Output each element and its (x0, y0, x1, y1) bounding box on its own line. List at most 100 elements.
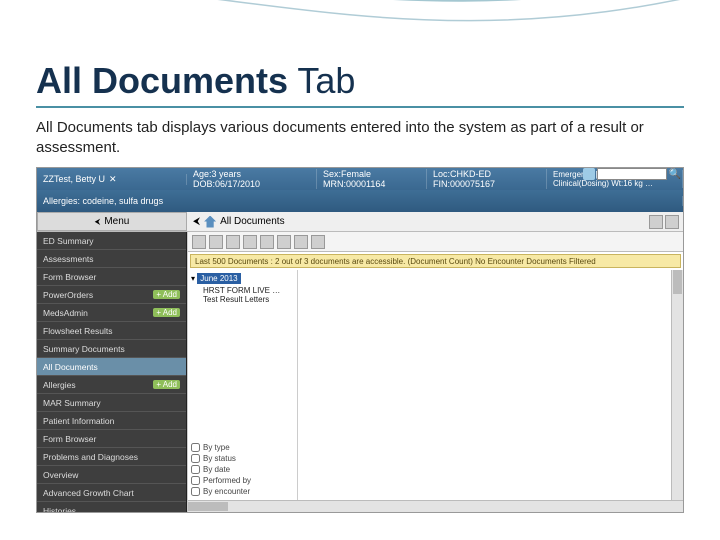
sidebar-item-label: Patient Information (43, 416, 114, 426)
sidebar-item[interactable]: Form Browser (37, 268, 186, 286)
app-window: ZZTest, Betty U ✕ Age:3 years DOB:06/17/… (36, 167, 684, 513)
documents-status-bar: Last 500 Documents : 2 out of 3 document… (190, 254, 681, 268)
patient-header-row2: Allergies: codeine, sulfa drugs (37, 190, 683, 212)
filter-checkbox[interactable] (191, 465, 200, 474)
fin-label: FIN:000075167 (433, 179, 540, 189)
preview-vertical-scrollbar[interactable] (671, 270, 683, 500)
toolbar-icon-4[interactable] (243, 235, 257, 249)
filter-option[interactable]: By encounter (191, 486, 294, 497)
scrollbar-thumb[interactable] (673, 270, 682, 294)
filter-option[interactable]: By date (191, 464, 294, 475)
scrollbar-thumb[interactable] (188, 502, 228, 511)
patient-name: ZZTest, Betty U (43, 174, 105, 184)
filter-label: By encounter (203, 487, 250, 496)
sidebar-item[interactable]: All Documents (37, 358, 186, 376)
sidebar-item-label: MedsAdmin (43, 308, 88, 318)
filter-option[interactable]: By type (191, 442, 294, 453)
filter-option[interactable]: By status (191, 453, 294, 464)
sex-label: Sex:Female (323, 169, 420, 179)
sidebar-item-label: PowerOrders (43, 290, 93, 300)
body-split: ED Summary Assessments Form Browser PowerOr… (37, 232, 683, 512)
home-icon[interactable] (204, 216, 216, 228)
sidebar-item[interactable]: Summary Documents (37, 340, 186, 358)
tree-node[interactable]: Test Result Letters (191, 295, 294, 304)
sidebar-item[interactable]: ED Summary (37, 232, 186, 250)
menu-row: ⮜ Menu ⮜ All Documents (37, 212, 683, 232)
tree-collapse-icon[interactable]: ▾ (191, 274, 195, 283)
status-text: Last 500 Documents : 2 out of 3 document… (195, 257, 596, 266)
filter-label: By type (203, 443, 230, 452)
sidebar-item[interactable]: Assessments (37, 250, 186, 268)
close-x-icon[interactable]: ✕ (109, 174, 117, 185)
toolbar-icon-3[interactable] (226, 235, 240, 249)
toolbar-icon-7[interactable] (294, 235, 308, 249)
menu-chevron-icon: ⮜ (95, 217, 101, 227)
toolbar-icon-8[interactable] (311, 235, 325, 249)
sidebar-add-button[interactable]: + Add (153, 290, 180, 299)
slide-title-light: Tab (288, 60, 355, 101)
document-preview-pane (298, 270, 683, 500)
sidebar-item-label: Form Browser (43, 434, 96, 444)
sidebar-item[interactable]: Histories (37, 502, 186, 512)
sidebar-item-label: Overview (43, 470, 78, 480)
sidebar-item[interactable]: Flowsheet Results (37, 322, 186, 340)
sidebar-item-label: Problems and Diagnoses (43, 452, 138, 462)
sidebar-item-label: MAR Summary (43, 398, 101, 408)
sidebar: ED Summary Assessments Form Browser PowerOr… (37, 232, 187, 512)
sidebar-item[interactable]: Overview (37, 466, 186, 484)
tree-node[interactable]: HRST FORM LIVE … (191, 286, 294, 295)
toolbar-icon-6[interactable] (277, 235, 291, 249)
menu-row-right (649, 215, 683, 229)
sidebar-item-label: All Documents (43, 362, 98, 372)
toolbar-icon-2[interactable] (209, 235, 223, 249)
horizontal-scrollbar[interactable] (188, 500, 683, 512)
dob-label: DOB:06/17/2010 (193, 179, 310, 189)
sidebar-item-label: ED Summary (43, 236, 94, 246)
search-icon[interactable]: 🔍 (669, 169, 681, 180)
print-icon[interactable] (649, 215, 663, 229)
patient-loc-cell: Loc:CHKD-ED FIN:000075167 (427, 169, 547, 189)
allergies-text: Allergies: codeine, sulfa drugs (43, 196, 163, 206)
patient-search-input[interactable] (597, 168, 667, 180)
filter-option[interactable]: Performed by (191, 475, 294, 486)
tree-root[interactable]: June 2013 (197, 273, 240, 284)
sidebar-item-label: Form Browser (43, 272, 96, 282)
sidebar-item-label: Assessments (43, 254, 94, 264)
toolbar-icon-5[interactable] (260, 235, 274, 249)
menu-button[interactable]: ⮜ Menu (37, 212, 187, 231)
document-tree-pane: ▾ June 2013 HRST FORM LIVE … Test Result… (188, 270, 298, 500)
sidebar-item[interactable]: Advanced Growth Chart (37, 484, 186, 502)
patient-name-cell[interactable]: ZZTest, Betty U ✕ (37, 174, 187, 185)
encounter-line2: Clinical(Dosing) Wt:16 kg … (553, 179, 676, 188)
sidebar-item[interactable]: Problems and Diagnoses (37, 448, 186, 466)
toolbar-icon-1[interactable] (192, 235, 206, 249)
main-panel: Last 500 Documents : 2 out of 3 document… (187, 232, 683, 512)
refresh-icon[interactable] (665, 215, 679, 229)
patient-age-cell: Age:3 years DOB:06/17/2010 (187, 169, 317, 189)
sidebar-item[interactable]: Form Browser (37, 430, 186, 448)
sidebar-item[interactable]: MedsAdmin + Add (37, 304, 186, 322)
sidebar-add-button[interactable]: + Add (153, 380, 180, 389)
filter-label: By date (203, 465, 230, 474)
recent-icon[interactable] (583, 168, 595, 180)
slide-title-bold: All Documents (36, 60, 288, 101)
allergies-cell[interactable]: Allergies: codeine, sulfa drugs (37, 196, 683, 206)
slide-subtitle: All Documents tab displays various docum… (36, 118, 684, 157)
breadcrumb: ⮜ All Documents (187, 216, 291, 228)
mrn-label: MRN:00001164 (323, 179, 420, 189)
filter-checkbox[interactable] (191, 476, 200, 485)
sidebar-item[interactable]: MAR Summary (37, 394, 186, 412)
patient-sex-cell: Sex:Female MRN:00001164 (317, 169, 427, 189)
sidebar-item-label: Histories (43, 506, 76, 513)
sidebar-add-button[interactable]: + Add (153, 308, 180, 317)
sidebar-item-label: Allergies (43, 380, 76, 390)
filter-checkbox[interactable] (191, 443, 200, 452)
sidebar-item[interactable]: Patient Information (37, 412, 186, 430)
filter-checkbox[interactable] (191, 487, 200, 496)
sidebar-item[interactable]: PowerOrders + Add (37, 286, 186, 304)
breadcrumb-back-icon[interactable]: ⮜ (193, 216, 200, 227)
documents-area: ▾ June 2013 HRST FORM LIVE … Test Result… (188, 270, 683, 500)
sidebar-item-label: Advanced Growth Chart (43, 488, 134, 498)
filter-checkbox[interactable] (191, 454, 200, 463)
sidebar-item[interactable]: Allergies + Add (37, 376, 186, 394)
